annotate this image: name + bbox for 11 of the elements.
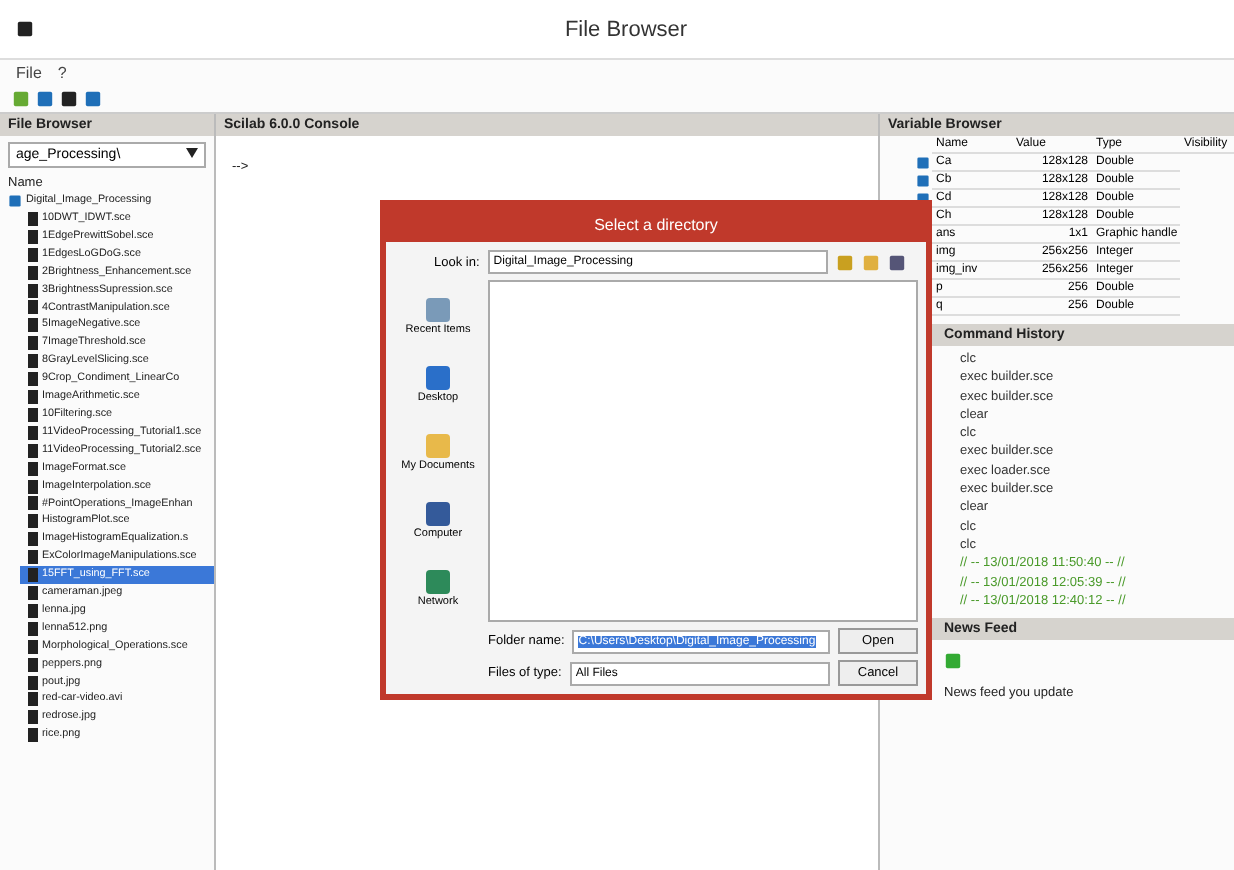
place-icon — [424, 364, 452, 392]
place-icon — [424, 296, 452, 324]
window-title: File Browser — [562, 17, 690, 41]
caret-icon — [186, 148, 198, 158]
app-icon — [16, 20, 34, 38]
place-icon — [424, 500, 452, 528]
dialog-title: Select a directory — [386, 206, 926, 242]
place-icon — [424, 432, 452, 460]
place-icon — [423, 568, 452, 596]
menu-item[interactable]: ? — [57, 64, 67, 82]
menu-item[interactable]: File — [16, 64, 42, 82]
